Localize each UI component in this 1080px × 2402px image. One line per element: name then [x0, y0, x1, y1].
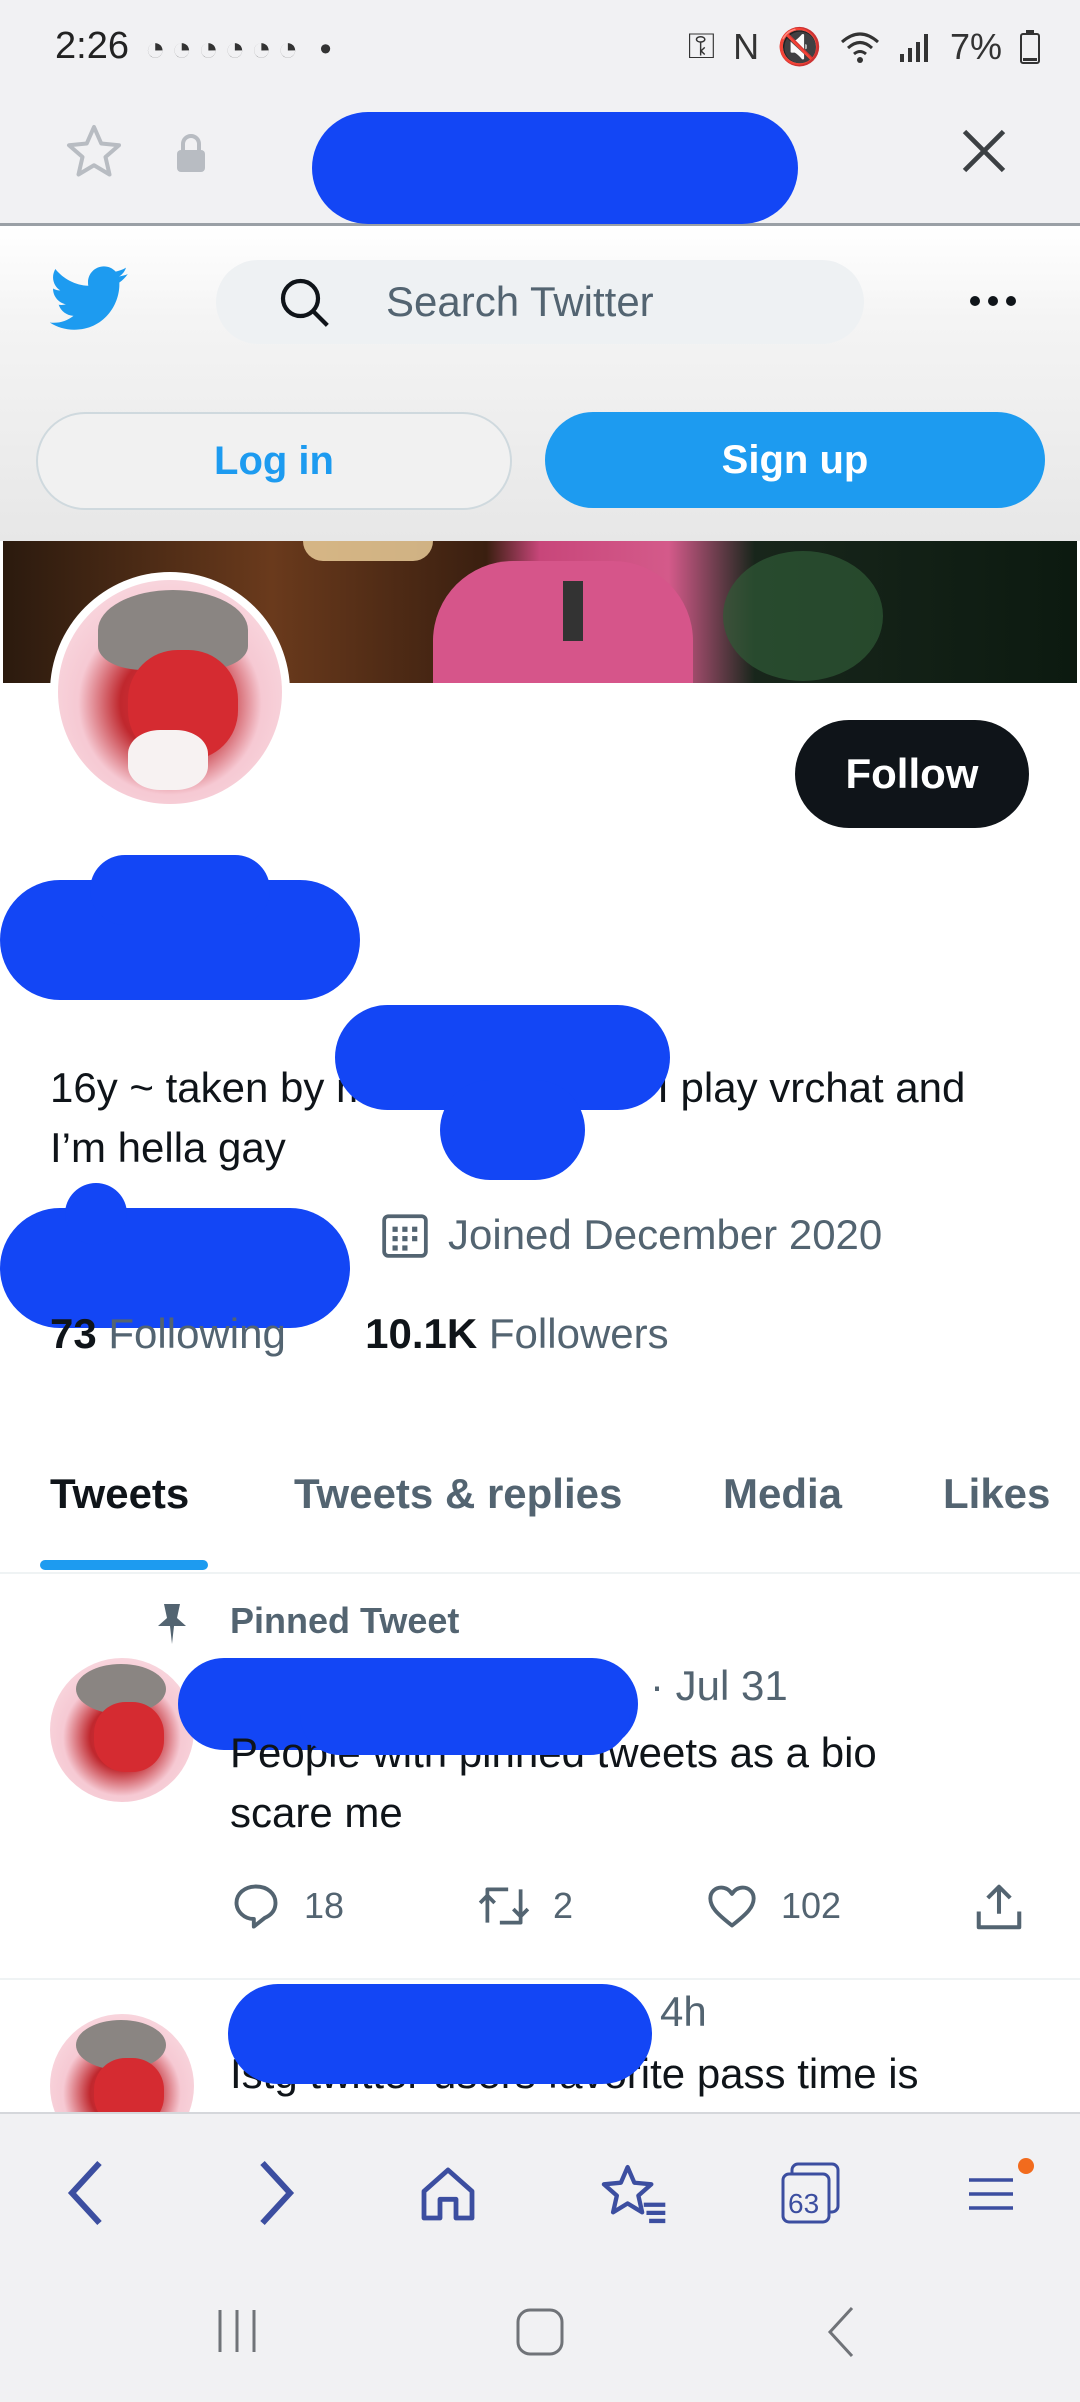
android-back-icon[interactable] [820, 2304, 864, 2360]
share-button[interactable] [972, 1880, 1026, 1934]
tab-tweets-replies[interactable]: Tweets & replies [294, 1470, 622, 1518]
twitter-bird-logo-icon[interactable] [50, 266, 130, 332]
banner-leaves [723, 551, 883, 681]
browser-url-bar [0, 100, 1080, 226]
redacted-url [312, 112, 798, 224]
search-input[interactable]: Search Twitter [216, 260, 864, 344]
tab-media[interactable]: Media [723, 1470, 842, 1518]
retweet-count: 2 [553, 1885, 574, 1926]
login-button[interactable]: Log in [36, 412, 512, 510]
menu-button[interactable] [966, 2158, 1034, 2222]
bio-line2: I’m hella gay [50, 1124, 286, 1171]
notification-dot [1018, 2158, 1034, 2174]
forward-icon[interactable] [250, 2158, 300, 2228]
share-icon [976, 1884, 1022, 1930]
mute-icon: 🔇 [777, 25, 822, 67]
bio-line1-end: ~ I play vrchat and [621, 1064, 966, 1111]
retweet-icon [478, 1887, 530, 1925]
reply-button[interactable]: 18 [230, 1880, 344, 1932]
tweet-date[interactable]: · Jul 31 [650, 1662, 788, 1710]
android-home-icon[interactable] [512, 2304, 568, 2360]
redacted-display-name-top [90, 855, 270, 925]
bookmarks-icon[interactable] [598, 2160, 668, 2228]
redacted-bio-mention-tail [440, 1080, 585, 1180]
avatar-muzzle [128, 730, 208, 790]
active-tab-indicator [40, 1560, 208, 1570]
following-count: 73 [50, 1310, 97, 1357]
tabs-button[interactable]: 63 [780, 2160, 842, 2226]
search-icon [280, 278, 329, 327]
profile-tabs: Tweets Tweets & replies Media Likes [0, 1440, 1080, 1574]
tweet-date[interactable]: 4h [660, 1988, 707, 2036]
tweet-text-line2: scare me [230, 1789, 403, 1836]
bio-line1: 16y ~ taken by m [50, 1064, 372, 1111]
tweet-avatar-face [94, 2058, 164, 2112]
more-options-icon[interactable] [968, 290, 1018, 312]
notification-icons: ◔◔◔◔◔◔ • [145, 30, 338, 68]
follow-counts: 73 Following 10.1K Followers [50, 1310, 669, 1358]
profile-avatar[interactable] [50, 572, 290, 812]
close-icon[interactable] [958, 125, 1010, 177]
signal-icon [899, 33, 928, 62]
signup-button[interactable]: Sign up [545, 412, 1045, 508]
joined-text: Joined December 2020 [448, 1211, 883, 1258]
home-icon[interactable] [416, 2162, 480, 2226]
pin-icon [158, 1604, 186, 1644]
battery-icon [1020, 29, 1040, 64]
bookmark-star-icon[interactable] [64, 122, 124, 182]
tab-likes[interactable]: Likes [943, 1470, 1050, 1518]
status-icons: ⚿ N 🔇 7% [688, 25, 1040, 68]
status-time: 2:26 [55, 25, 129, 67]
joined-date: Joined December 2020 [380, 1210, 882, 1260]
redacted-location-pin [65, 1183, 127, 1245]
avatar-art [58, 580, 282, 804]
battery-percent: 7% [949, 25, 1002, 67]
redacted-tweet-author-tail [300, 1705, 630, 1755]
recent-apps-icon[interactable] [210, 2304, 264, 2358]
status-bar: 2:26 ◔◔◔◔◔◔ • ⚿ N 🔇 7% [0, 0, 1080, 100]
wifi-icon [840, 32, 879, 63]
following-label: Following [108, 1310, 286, 1357]
tabs-count: 63 [788, 2188, 820, 2219]
tweet-avatar[interactable] [50, 1658, 194, 1802]
reply-icon [234, 1884, 278, 1929]
followers-count: 10.1K [365, 1310, 478, 1357]
tweet-avatar-face [94, 1702, 164, 1772]
redacted-tweet-author [228, 1984, 652, 2084]
heart-icon [708, 1885, 756, 1928]
banner-strap [563, 581, 583, 641]
menu-icon [969, 2178, 1013, 2210]
vpn-key-icon: ⚿ [687, 25, 716, 66]
like-button[interactable]: 102 [705, 1880, 841, 1932]
tweet-actions: 18 2 102 [230, 1880, 1030, 1950]
tweet-avatar[interactable] [50, 2014, 194, 2112]
calendar-icon [382, 1214, 428, 1258]
retweet-button[interactable]: 2 [477, 1880, 573, 1932]
pinned-label: Pinned Tweet [230, 1600, 460, 1641]
browser-bottom-toolbar: 63 [0, 2112, 1080, 2402]
back-icon[interactable] [62, 2158, 112, 2228]
reply-count: 18 [304, 1885, 345, 1926]
nfc-icon: N [733, 25, 760, 67]
tab-tweets[interactable]: Tweets [50, 1470, 189, 1518]
search-placeholder: Search Twitter [386, 278, 654, 325]
followers-label: Followers [488, 1310, 669, 1357]
follow-button[interactable]: Follow [795, 720, 1029, 828]
following-link[interactable]: 73 Following [50, 1310, 286, 1357]
tweet-second[interactable]: Istg twitter users favorite pass time is… [0, 1978, 1080, 2112]
followers-link[interactable]: 10.1K Followers [365, 1310, 668, 1357]
like-count: 102 [781, 1885, 842, 1926]
lock-icon [177, 134, 205, 172]
